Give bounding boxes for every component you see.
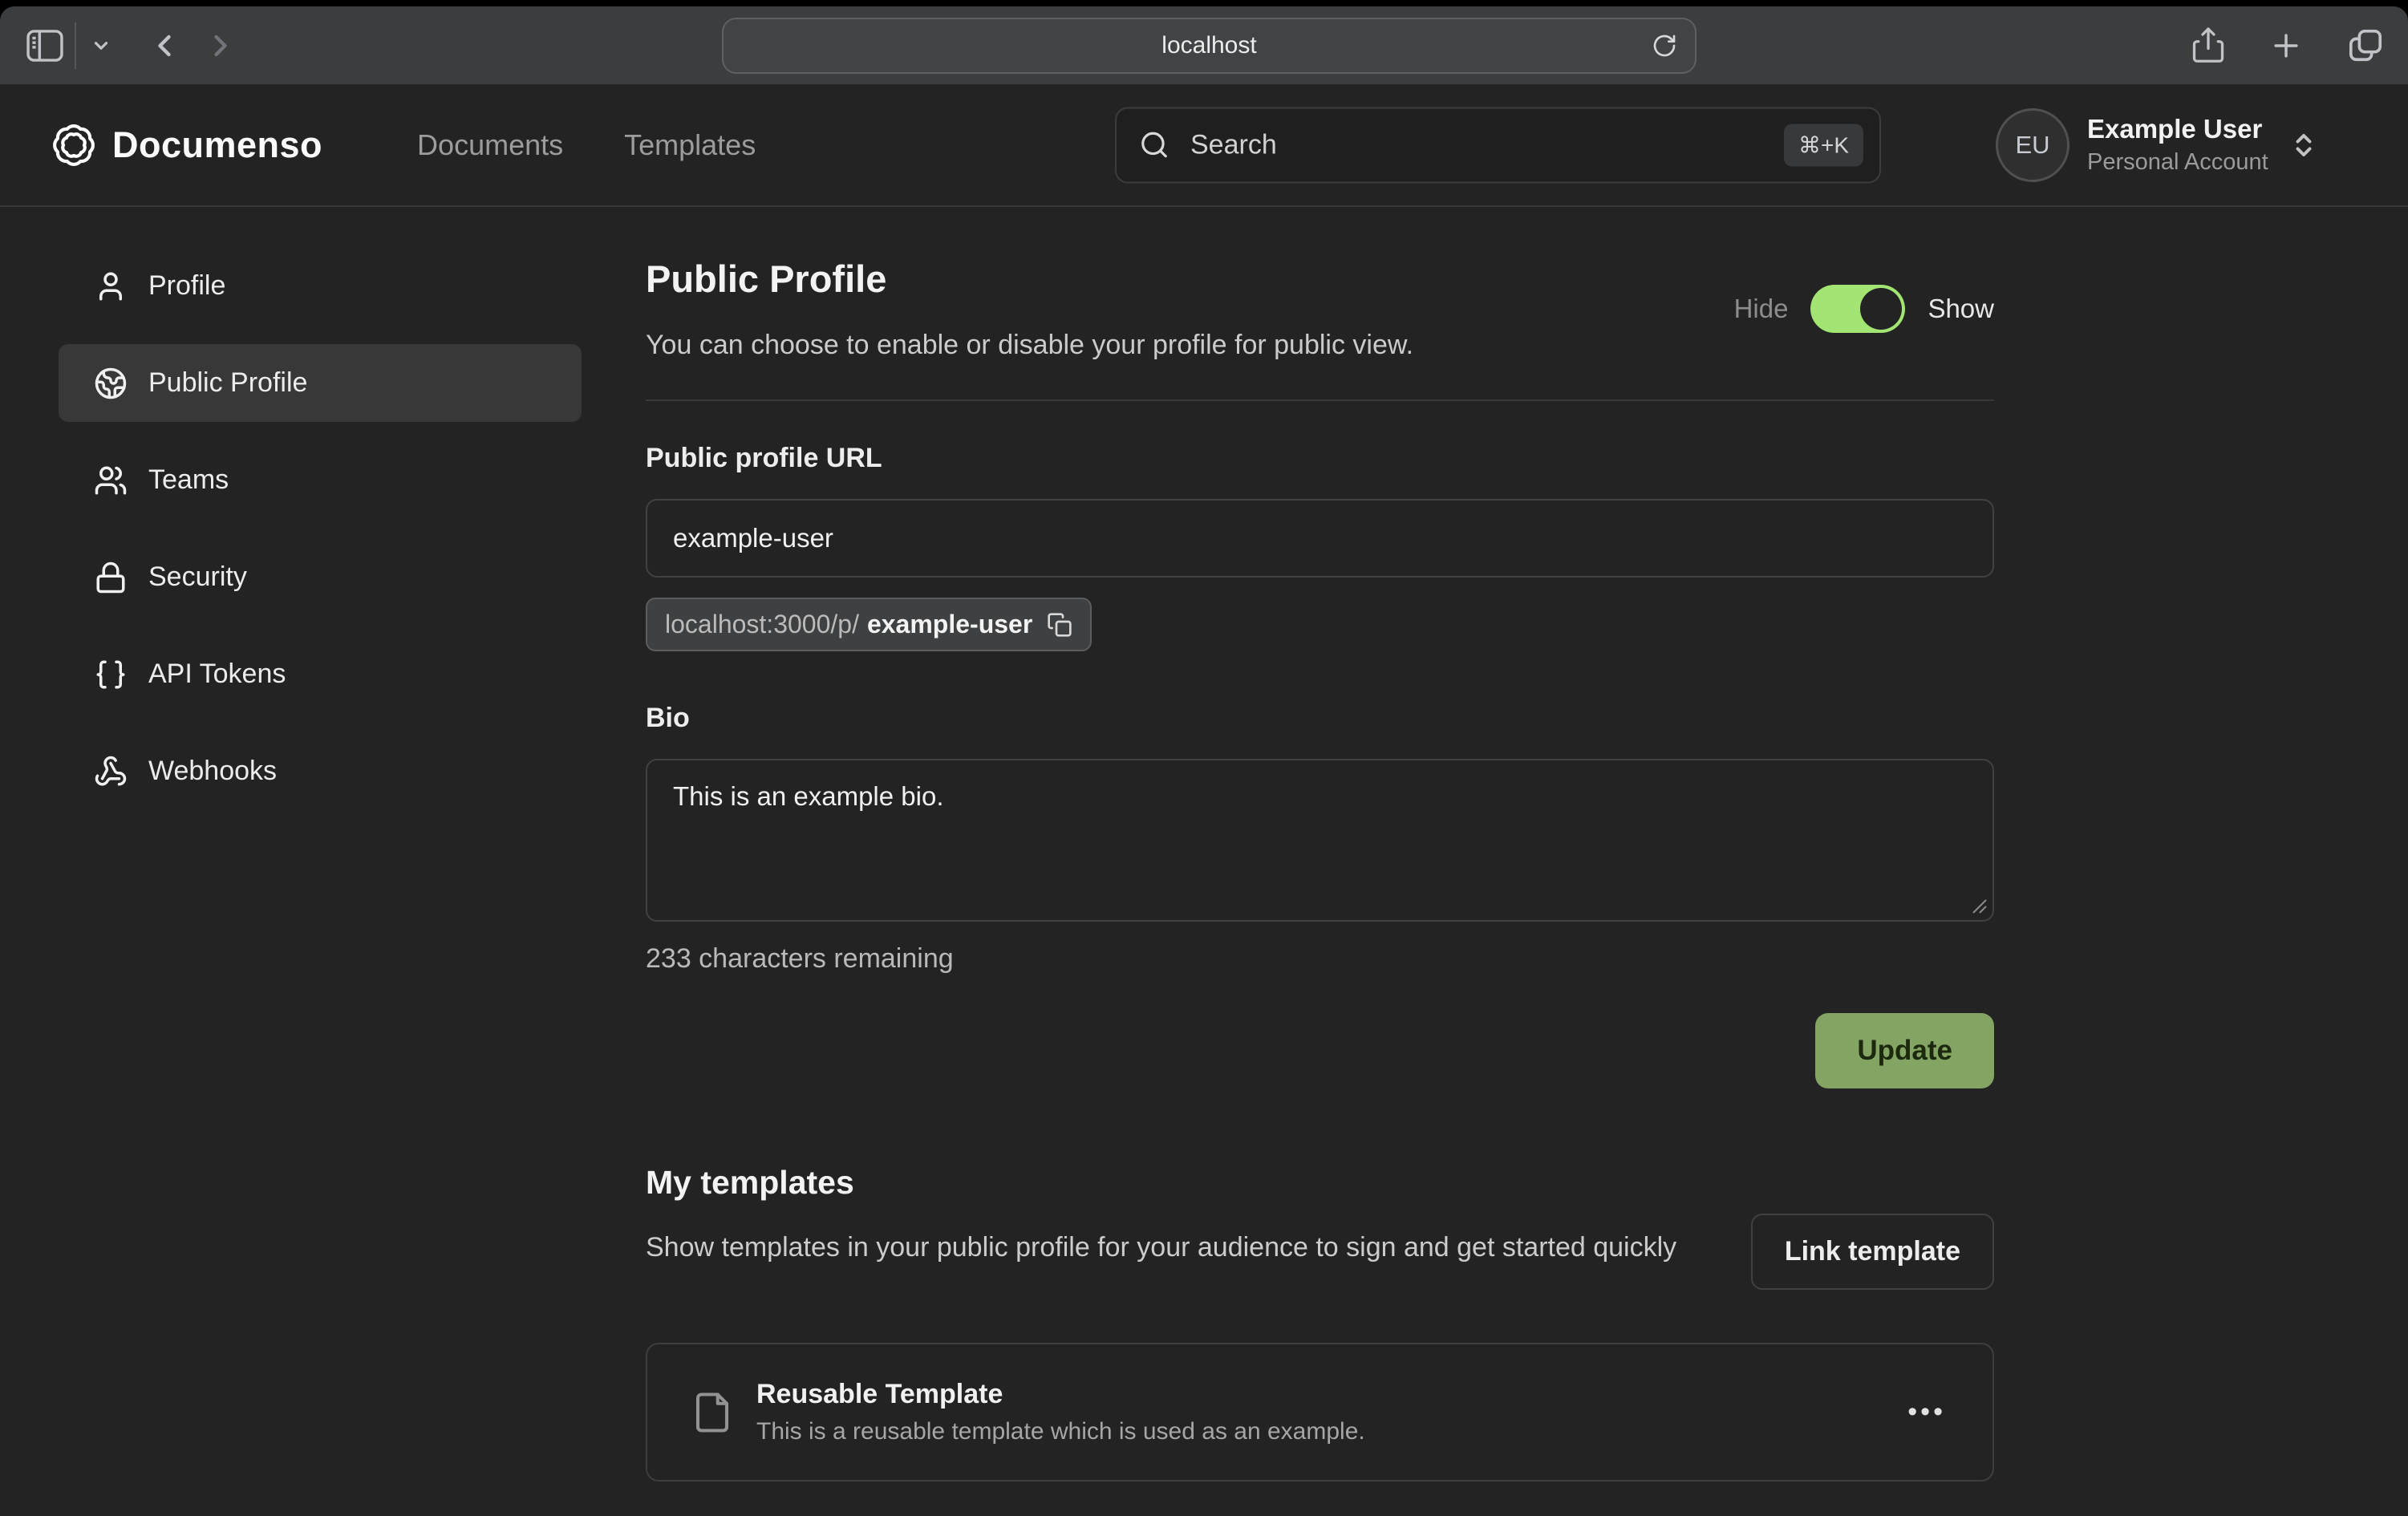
template-description: This is a reusable template which is use… [756, 1418, 1365, 1445]
sidebar-item-security[interactable]: Security [59, 538, 582, 616]
browser-toolbar: localhost [0, 6, 2408, 84]
brand[interactable]: Documenso [50, 121, 322, 169]
user-icon [94, 270, 128, 303]
url-field-label: Public profile URL [646, 443, 1994, 474]
profile-link-copy-pill[interactable]: localhost:3000/p/ example-user [646, 598, 1092, 651]
sidebar-item-webhooks[interactable]: Webhooks [59, 732, 582, 810]
sidebar-item-label: Public Profile [148, 367, 307, 399]
sidebar-item-label: Teams [148, 464, 229, 496]
top-nav: Documents Templates [417, 128, 756, 162]
chevrons-up-down-icon [2289, 131, 2318, 160]
avatar: EU [1996, 108, 2070, 182]
sidebar-item-label: Webhooks [148, 756, 277, 787]
user-name: Example User [2087, 114, 2268, 144]
public-profile-url-input[interactable] [646, 499, 1994, 578]
sidebar-item-label: Profile [148, 270, 225, 302]
search-icon [1139, 130, 1170, 160]
back-button[interactable] [147, 28, 182, 63]
user-menu[interactable]: EU Example User Personal Account [1996, 108, 2318, 182]
my-templates-title: My templates [646, 1164, 1713, 1202]
sidebar-toggle-icon[interactable] [26, 30, 63, 62]
section-divider [646, 399, 1994, 401]
nav-templates[interactable]: Templates [624, 128, 756, 162]
main-content: Public Profile You can choose to enable … [646, 207, 1994, 1482]
app-window: Documenso Documents Templates ⌘+K EU Exa… [0, 84, 2408, 1516]
page-title: Public Profile [646, 257, 1413, 301]
lock-icon [94, 561, 128, 594]
file-icon [691, 1387, 734, 1438]
update-button[interactable]: Update [1815, 1013, 1994, 1088]
sidebar-item-label: API Tokens [148, 659, 286, 690]
forward-button[interactable] [203, 28, 238, 63]
template-card[interactable]: Reusable Template This is a reusable tem… [646, 1343, 1994, 1482]
settings-sidebar: Profile Public Profile Teams [59, 247, 582, 810]
sidebar-dropdown-chevron-icon[interactable] [91, 35, 111, 56]
reload-icon[interactable] [1652, 33, 1677, 59]
search-input[interactable] [1189, 128, 1784, 161]
webhook-icon [94, 755, 128, 788]
app-header: Documenso Documents Templates ⌘+K EU Exa… [0, 84, 2408, 207]
share-icon[interactable] [2191, 27, 2225, 64]
sidebar-item-teams[interactable]: Teams [59, 441, 582, 519]
characters-remaining: 233 characters remaining [646, 943, 1994, 975]
link-template-button[interactable]: Link template [1751, 1214, 1994, 1290]
profile-link-prefix: localhost:3000/p/ [665, 610, 859, 639]
page-subtitle: You can choose to enable or disable your… [646, 330, 1413, 361]
toolbar-separator [75, 22, 76, 69]
bio-field-label: Bio [646, 703, 1994, 734]
toggle-hide-label: Hide [1734, 294, 1789, 324]
nav-documents[interactable]: Documents [417, 128, 563, 162]
new-tab-icon[interactable] [2268, 28, 2304, 63]
globe-icon [94, 367, 128, 400]
search-box[interactable]: ⌘+K [1115, 107, 1881, 183]
sidebar-item-profile[interactable]: Profile [59, 247, 582, 325]
profile-visibility-toggle-row: Hide Show [1734, 285, 1994, 333]
tab-overview-icon[interactable] [2347, 27, 2384, 64]
my-templates-description: Show templates in your public profile fo… [646, 1230, 1713, 1266]
bio-textarea[interactable]: This is an example bio. [646, 759, 1994, 922]
copy-icon[interactable] [1047, 612, 1072, 638]
search-shortcut-badge: ⌘+K [1784, 124, 1863, 166]
sidebar-item-label: Security [148, 561, 247, 593]
address-bar-url: localhost [1161, 32, 1256, 59]
resize-grip-icon[interactable] [1970, 897, 1988, 914]
template-title: Reusable Template [756, 1379, 1365, 1410]
profile-visibility-switch[interactable] [1810, 285, 1905, 333]
avatar-initials: EU [2015, 131, 2049, 160]
brand-name: Documenso [112, 124, 322, 166]
profile-link-slug: example-user [867, 610, 1032, 639]
braces-icon [94, 658, 128, 691]
user-account-type: Personal Account [2087, 149, 2268, 176]
switch-knob [1860, 288, 1902, 330]
sidebar-item-api-tokens[interactable]: API Tokens [59, 635, 582, 713]
sidebar-item-public-profile[interactable]: Public Profile [59, 344, 582, 422]
users-icon [94, 464, 128, 497]
documenso-logo-icon [50, 121, 98, 169]
toggle-show-label: Show [1928, 294, 1994, 324]
address-bar[interactable]: localhost [722, 18, 1697, 74]
template-options-menu-icon[interactable]: ••• [1907, 1396, 1946, 1428]
